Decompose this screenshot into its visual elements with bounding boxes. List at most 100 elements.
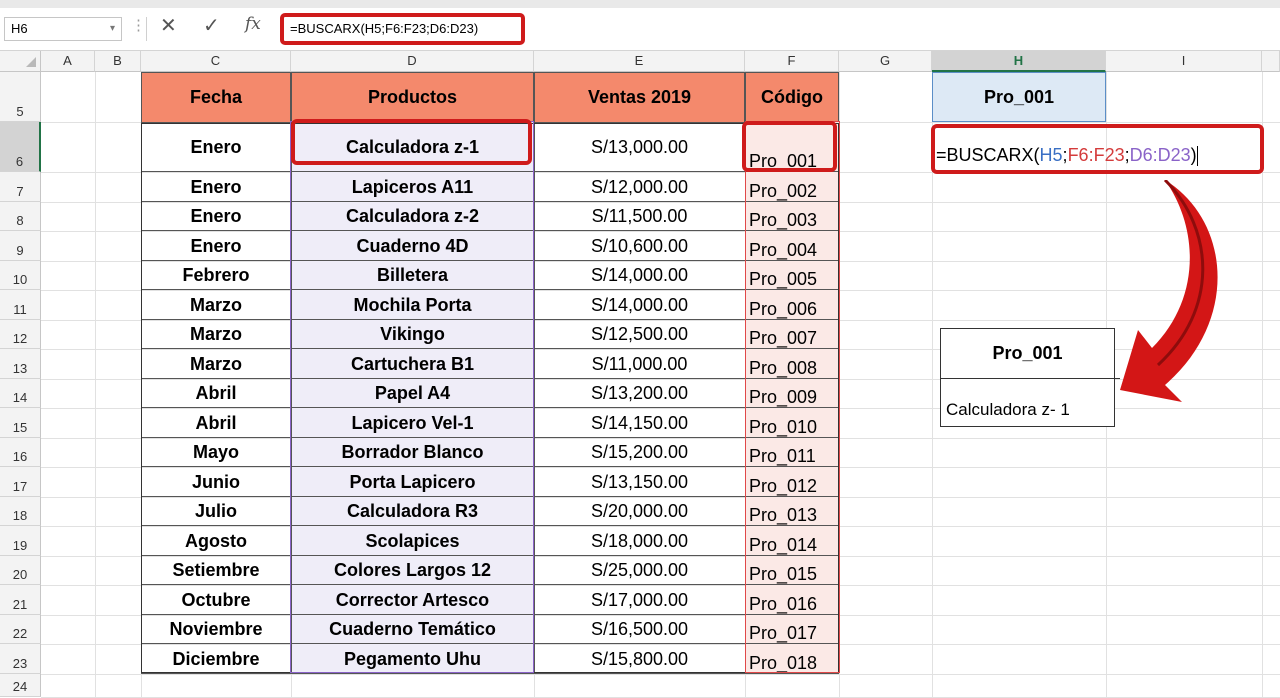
cell-venta[interactable]: S/18,000.00 <box>534 526 745 556</box>
cell-producto[interactable]: Billetera <box>291 261 534 290</box>
column-header-f[interactable]: F <box>745 51 839 72</box>
row-header-24[interactable]: 24 <box>0 674 41 697</box>
cell-codigo[interactable]: Pro_003 <box>745 202 839 231</box>
cell-producto[interactable]: Colores Largos 12 <box>291 556 534 585</box>
cell-fecha[interactable]: Noviembre <box>141 615 291 644</box>
row-header-23[interactable]: 23 <box>0 644 41 674</box>
column-header-i[interactable]: I <box>1106 51 1262 72</box>
column-header-a[interactable]: A <box>41 51 95 72</box>
cell-fecha[interactable]: Enero <box>141 202 291 231</box>
cell-producto[interactable]: Pegamento Uhu <box>291 644 534 674</box>
cell-producto[interactable]: Cuaderno 4D <box>291 231 534 261</box>
cell-venta[interactable]: S/25,000.00 <box>534 556 745 585</box>
cell-producto[interactable]: Scolapices <box>291 526 534 556</box>
row-header-16[interactable]: 16 <box>0 438 41 467</box>
cell-fecha[interactable]: Agosto <box>141 526 291 556</box>
cell-venta[interactable]: S/12,500.00 <box>534 320 745 349</box>
cell-codigo[interactable]: Pro_002 <box>745 172 839 202</box>
cell-codigo[interactable]: Pro_016 <box>745 585 839 615</box>
cell-producto[interactable]: Lapiceros A11 <box>291 172 534 202</box>
cell-h5[interactable]: Pro_001 <box>932 72 1106 122</box>
cell-venta[interactable]: S/14,150.00 <box>534 408 745 438</box>
cell-fecha[interactable]: Octubre <box>141 585 291 615</box>
select-all-corner[interactable] <box>0 51 41 72</box>
cell-venta[interactable]: S/11,000.00 <box>534 349 745 379</box>
cell-fecha[interactable]: Mayo <box>141 438 291 467</box>
cell-fecha[interactable]: Abril <box>141 408 291 438</box>
cell-producto[interactable]: Calculadora R3 <box>291 497 534 526</box>
column-header-h[interactable]: H <box>932 51 1106 72</box>
cell-venta[interactable]: S/12,000.00 <box>534 172 745 202</box>
cell-fecha[interactable]: Setiembre <box>141 556 291 585</box>
cell-producto[interactable]: Cuaderno Temático <box>291 615 534 644</box>
row-header-19[interactable]: 19 <box>0 526 41 556</box>
cell-fecha[interactable]: Marzo <box>141 349 291 379</box>
row-header-17[interactable]: 17 <box>0 467 41 497</box>
cell-producto[interactable]: Borrador Blanco <box>291 438 534 467</box>
header-productos[interactable]: Productos <box>291 72 534 123</box>
row-header-21[interactable]: 21 <box>0 585 41 615</box>
cell-codigo[interactable]: Pro_007 <box>745 320 839 349</box>
cell-producto[interactable]: Corrector Artesco <box>291 585 534 615</box>
drag-handle-icon[interactable]: ⋮ <box>131 16 146 34</box>
chevron-down-icon[interactable]: ▾ <box>110 18 115 40</box>
cell-codigo[interactable]: Pro_017 <box>745 615 839 644</box>
cell-producto[interactable]: Calculadora z-2 <box>291 202 534 231</box>
insert-function-icon[interactable]: fx <box>245 14 261 34</box>
cell-producto[interactable]: Cartuchera B1 <box>291 349 534 379</box>
cell-venta[interactable]: S/17,000.00 <box>534 585 745 615</box>
cell-codigo[interactable]: Pro_015 <box>745 556 839 585</box>
cell-codigo[interactable]: Pro_018 <box>745 644 839 674</box>
cell-fecha[interactable]: Julio <box>141 497 291 526</box>
cell-codigo[interactable]: Pro_009 <box>745 379 839 408</box>
row-header-11[interactable]: 11 <box>0 290 41 320</box>
name-box[interactable]: H6 ▾ <box>4 17 122 41</box>
cell-fecha[interactable]: Diciembre <box>141 644 291 674</box>
row-header-13[interactable]: 13 <box>0 349 41 379</box>
header-ventas[interactable]: Ventas 2019 <box>534 72 745 123</box>
row-header-5[interactable]: 5 <box>0 72 41 122</box>
cell-producto[interactable]: Porta Lapicero <box>291 467 534 497</box>
row-header-14[interactable]: 14 <box>0 379 41 408</box>
cell-codigo[interactable]: Pro_010 <box>745 408 839 438</box>
cell-codigo[interactable]: Pro_005 <box>745 261 839 290</box>
cell-venta[interactable]: S/10,600.00 <box>534 231 745 261</box>
cell-fecha[interactable]: Enero <box>141 231 291 261</box>
cell-codigo[interactable]: Pro_004 <box>745 231 839 261</box>
cell-codigo[interactable]: Pro_008 <box>745 349 839 379</box>
cell-producto[interactable]: Mochila Porta <box>291 290 534 320</box>
row-header-22[interactable]: 22 <box>0 615 41 644</box>
cell-producto[interactable]: Lapicero Vel-1 <box>291 408 534 438</box>
row-header-12[interactable]: 12 <box>0 320 41 349</box>
column-header-d[interactable]: D <box>291 51 534 72</box>
cell-producto[interactable]: Vikingo <box>291 320 534 349</box>
cell-fecha[interactable]: Abril <box>141 379 291 408</box>
row-header-18[interactable]: 18 <box>0 497 41 526</box>
row-header-8[interactable]: 8 <box>0 202 41 231</box>
column-header-e[interactable]: E <box>534 51 745 72</box>
cell-venta[interactable]: S/16,500.00 <box>534 615 745 644</box>
cell-venta[interactable]: S/15,800.00 <box>534 644 745 674</box>
cell-venta[interactable]: S/20,000.00 <box>534 497 745 526</box>
cell-fecha[interactable]: Enero <box>141 172 291 202</box>
cell-codigo[interactable]: Pro_012 <box>745 467 839 497</box>
row-header-15[interactable]: 15 <box>0 408 41 438</box>
row-header-9[interactable]: 9 <box>0 231 41 261</box>
cell-venta[interactable]: S/13,150.00 <box>534 467 745 497</box>
cell-codigo[interactable]: Pro_013 <box>745 497 839 526</box>
cell-codigo[interactable]: Pro_014 <box>745 526 839 556</box>
cell-codigo[interactable]: Pro_011 <box>745 438 839 467</box>
cell-venta[interactable]: S/14,000.00 <box>534 261 745 290</box>
cell-fecha[interactable]: Marzo <box>141 320 291 349</box>
cell-fecha[interactable]: Junio <box>141 467 291 497</box>
cell-venta[interactable]: S/14,000.00 <box>534 290 745 320</box>
column-header-g[interactable]: G <box>839 51 932 72</box>
cell-fecha[interactable]: Febrero <box>141 261 291 290</box>
header-fecha[interactable]: Fecha <box>141 72 291 123</box>
cancel-icon[interactable]: ✕ <box>160 13 177 38</box>
cell-codigo[interactable]: Pro_006 <box>745 290 839 320</box>
cell-fecha[interactable]: Enero <box>141 122 291 172</box>
column-header-b[interactable]: B <box>95 51 141 72</box>
cell-venta[interactable]: S/15,200.00 <box>534 438 745 467</box>
column-header-c[interactable]: C <box>141 51 291 72</box>
